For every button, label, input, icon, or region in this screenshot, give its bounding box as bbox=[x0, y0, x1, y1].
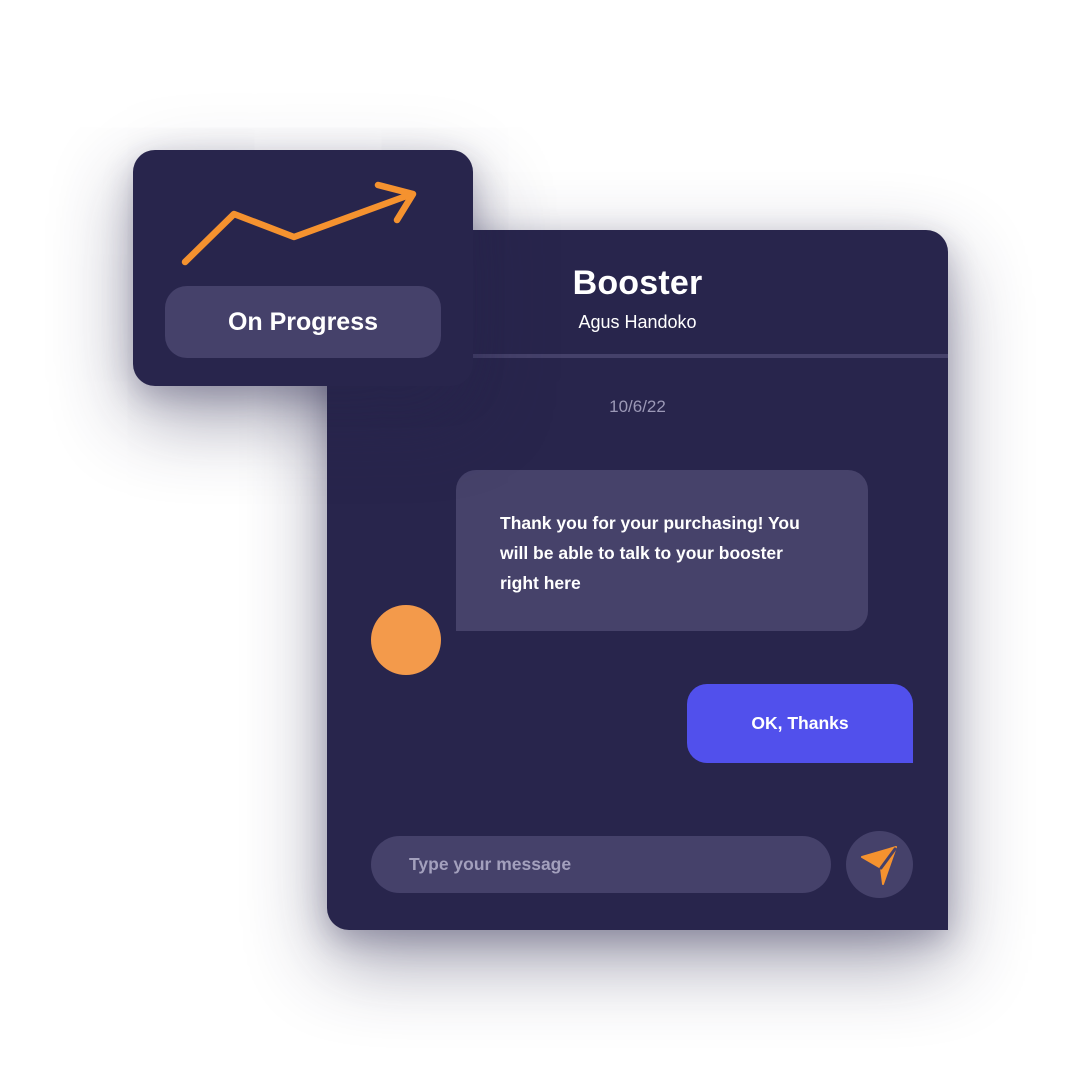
avatar[interactable] bbox=[371, 605, 441, 675]
paper-plane-icon bbox=[860, 845, 897, 885]
outgoing-message-text: OK, Thanks bbox=[751, 713, 849, 733]
send-button[interactable] bbox=[846, 831, 913, 898]
status-card: On Progress bbox=[133, 150, 473, 386]
message-input[interactable] bbox=[371, 836, 831, 893]
outgoing-message-bubble: OK, Thanks bbox=[687, 684, 913, 763]
on-progress-button[interactable]: On Progress bbox=[165, 286, 441, 358]
trending-up-icon bbox=[181, 181, 417, 266]
on-progress-label: On Progress bbox=[227, 308, 379, 336]
incoming-message-bubble: Thank you for your purchasing! You will … bbox=[456, 470, 868, 631]
chat-date: 10/6/22 bbox=[609, 397, 666, 416]
incoming-message-text: Thank you for your purchasing! You will … bbox=[500, 513, 800, 593]
stage: Booster Agus Handoko 10/6/22 Thank you f… bbox=[0, 0, 1080, 1080]
